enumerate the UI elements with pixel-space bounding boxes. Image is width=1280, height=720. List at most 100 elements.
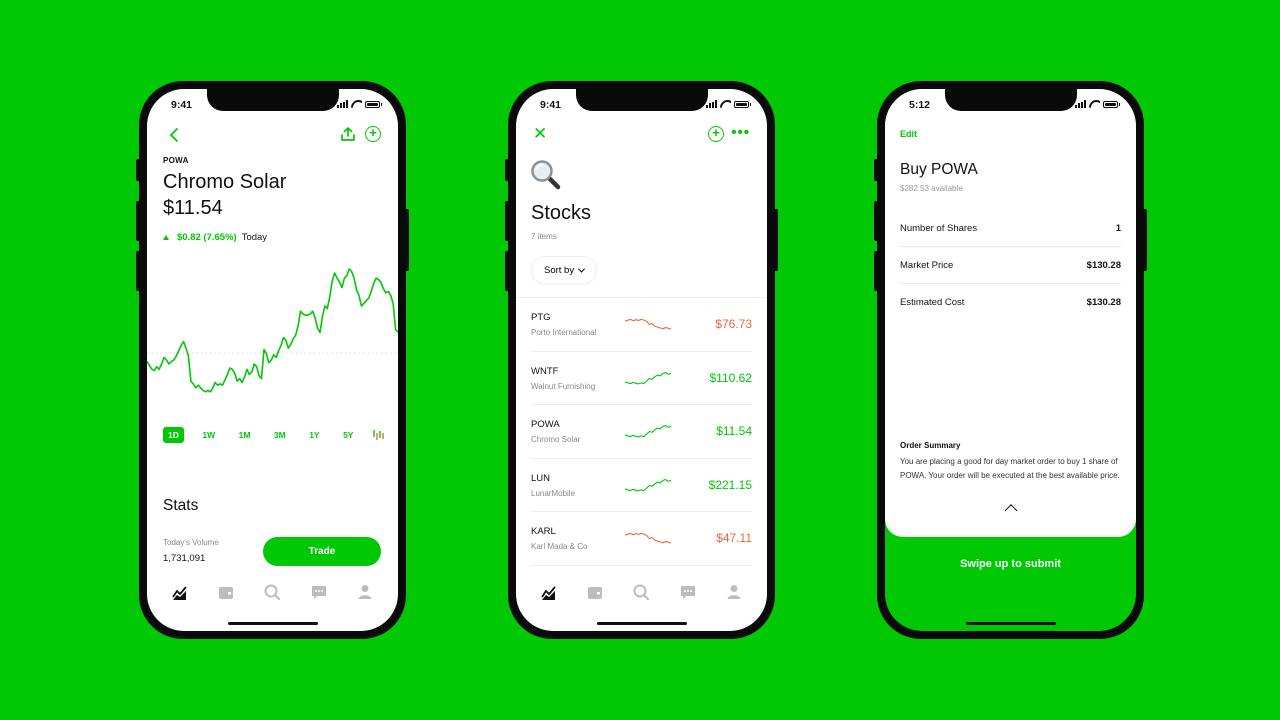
order-sheet: 5:12 Edit Buy POWA $282.53 available Num…	[885, 89, 1136, 537]
more-icon[interactable]: •••	[731, 125, 750, 140]
trade-button[interactable]: Trade	[263, 537, 381, 566]
stock-list: PTG Porto International $76.73 WNTF Walnut F…	[531, 298, 752, 566]
tab-search[interactable]	[261, 583, 283, 601]
price-change: $0.82 (7.65%) Today	[163, 232, 267, 243]
tab-wallet[interactable]	[584, 583, 606, 601]
wallet-icon	[219, 587, 234, 599]
share-icon[interactable]	[340, 126, 356, 142]
wifi-icon	[1089, 100, 1100, 108]
volume-up-button	[505, 201, 509, 241]
profile-icon	[358, 585, 372, 599]
order-row-value: $130.28	[1086, 297, 1121, 308]
sort-by-button[interactable]: Sort by	[531, 256, 598, 284]
stock-company: Walnut Furnishing	[531, 381, 596, 391]
tab-search[interactable]	[630, 583, 652, 601]
status-time: 5:12	[909, 99, 931, 111]
magnifying-glass-emoji-icon	[531, 160, 561, 190]
range-selector: 1D 1W 1M 3M 1Y 5Y	[163, 427, 384, 443]
signal-icon	[337, 100, 348, 108]
candlestick-icon[interactable]	[372, 429, 384, 441]
home-indicator[interactable]	[596, 622, 687, 625]
order-row-value: $130.28	[1086, 259, 1121, 271]
range-5y[interactable]: 5Y	[338, 427, 358, 443]
sparkline-up	[625, 371, 671, 384]
tab-wallet[interactable]	[215, 583, 237, 601]
range-1y[interactable]: 1Y	[304, 427, 324, 443]
home-indicator[interactable]	[965, 622, 1056, 625]
screen: 5:12 Edit Buy POWA $282.53 available Num…	[885, 89, 1136, 631]
phone-stocks-list: 9:41 ✕ + ••• Stocks 7 items Sort by PTG P…	[505, 81, 778, 639]
order-row: Number of Shares 1	[900, 210, 1121, 247]
sparkline-down	[625, 318, 671, 330]
volume-up-button	[136, 201, 140, 241]
tab-messages[interactable]	[308, 583, 330, 601]
sort-label: Sort by	[544, 264, 575, 276]
sparkline-down	[625, 532, 671, 544]
stock-row[interactable]: LUN LunarMobile $221.15	[531, 459, 752, 512]
stock-symbol: POWA	[531, 419, 560, 430]
tab-messages[interactable]	[677, 583, 699, 601]
tab-profile[interactable]	[723, 583, 745, 601]
chart-icon	[541, 586, 556, 600]
search-icon	[264, 584, 281, 601]
order-title: Buy POWA	[900, 161, 978, 178]
range-1m[interactable]: 1M	[234, 427, 256, 443]
notch	[944, 89, 1077, 111]
stock-row[interactable]: WNTF Walnut Furnishing $110.62	[531, 352, 753, 405]
order-row-value[interactable]: 1	[1116, 223, 1121, 234]
stock-row[interactable]: POWA Chromo Solar $11.54	[531, 405, 752, 459]
close-icon[interactable]: ✕	[533, 125, 547, 142]
range-3m[interactable]: 3M	[269, 427, 291, 443]
notch	[206, 89, 339, 111]
status-time: 9:41	[540, 99, 562, 111]
tab-chart[interactable]	[169, 583, 191, 601]
stock-ticker: POWA	[163, 156, 189, 165]
stock-company: Porto International	[531, 328, 597, 337]
power-button	[774, 209, 778, 271]
edit-button[interactable]: Edit	[900, 129, 917, 139]
stock-price: $76.73	[715, 317, 752, 331]
stats-heading: Stats	[163, 497, 199, 514]
tab-profile[interactable]	[354, 583, 376, 601]
stock-symbol: PTG	[531, 312, 551, 323]
stock-row[interactable]: PTG Porto International $76.73	[531, 298, 752, 352]
chevron-left-icon[interactable]	[167, 127, 181, 143]
range-1w[interactable]: 1W	[197, 427, 220, 443]
stock-symbol: KARL	[531, 526, 556, 537]
plus-circle-icon[interactable]: +	[708, 126, 724, 142]
company-name: Chromo Solar	[163, 171, 287, 193]
stock-symbol: LUN	[531, 472, 551, 484]
volume-down-button	[136, 251, 140, 291]
range-1d[interactable]: 1D	[163, 427, 184, 443]
search-icon	[633, 584, 650, 601]
screen: 9:41 ✕ + ••• Stocks 7 items Sort by PTG P…	[516, 89, 767, 631]
phone-stock-detail: 9:41 + POWA Chromo Solar $11.54 $0.82 (7…	[136, 81, 409, 639]
volume-down-button	[505, 251, 509, 291]
mute-switch	[136, 159, 140, 181]
order-row-label: Market Price	[900, 259, 954, 271]
power-button	[405, 209, 409, 271]
sparkline-up	[625, 478, 671, 491]
order-row: Market Price $130.28	[900, 247, 1121, 284]
tab-chart[interactable]	[538, 583, 560, 601]
home-indicator[interactable]	[227, 622, 318, 625]
screen: 9:41 + POWA Chromo Solar $11.54 $0.82 (7…	[147, 89, 398, 631]
available-balance: $282.53 available	[900, 184, 963, 193]
notch	[575, 89, 708, 111]
messages-icon	[680, 586, 695, 599]
chevron-up-icon[interactable]	[1004, 504, 1017, 517]
stock-price: $110.62	[709, 370, 753, 385]
stock-row[interactable]: KARL Karl Mada & Co $47.11	[531, 512, 752, 566]
stock-price: $221.15	[708, 477, 752, 492]
mute-switch	[505, 159, 509, 181]
chart-icon	[172, 586, 187, 600]
swipe-to-submit[interactable]: Swipe up to submit	[885, 558, 1136, 570]
price-chart[interactable]	[147, 259, 398, 409]
battery-icon	[1103, 100, 1120, 108]
stock-price: $11.54	[716, 424, 752, 438]
tab-bar	[516, 583, 767, 601]
plus-circle-icon[interactable]: +	[365, 126, 381, 142]
phone-buy-order: 5:12 Edit Buy POWA $282.53 available Num…	[874, 81, 1147, 639]
order-summary-title: Order Summary	[900, 441, 961, 450]
order-row: Estimated Cost $130.28	[900, 284, 1121, 321]
